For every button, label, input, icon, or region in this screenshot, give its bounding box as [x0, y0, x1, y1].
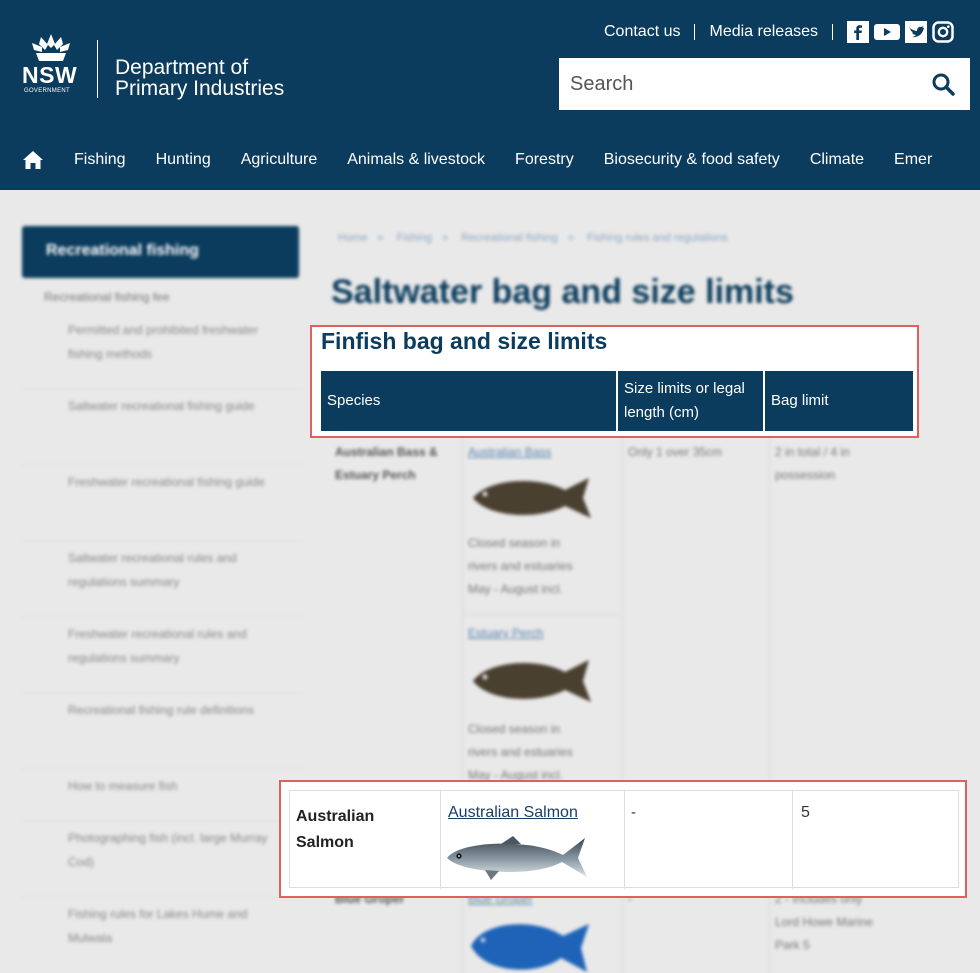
fish-image-australian-salmon	[447, 836, 587, 880]
table-cell-text: Closed season in	[468, 722, 561, 736]
table-cell-size: Only 1 over 35cm	[628, 445, 723, 459]
department-name-line2: Primary Industries	[115, 77, 285, 100]
size-limit-cell: -	[625, 791, 793, 889]
column-header-size-limits: Size limits or legal length (cm)	[618, 371, 764, 431]
table-row: Australian Salmon Australian Salmon - 5	[289, 790, 959, 889]
nav-fishing[interactable]: Fishing	[74, 151, 126, 169]
divider	[831, 24, 833, 40]
search-icon	[932, 73, 955, 96]
species-name-cell: Australian Salmon	[290, 791, 441, 889]
table-header: Species Size limits or legal length (cm) …	[321, 371, 913, 431]
divider	[694, 24, 696, 40]
sidebar-item[interactable]: Permitted and prohibited freshwater fish…	[22, 318, 302, 390]
table-cell-note: Closed season in rivers and estuaries May …	[468, 718, 573, 787]
breadcrumb-separator: »	[442, 232, 449, 244]
column-header-text: Size limits or legal length (cm)	[624, 377, 745, 425]
facebook-icon[interactable]	[846, 21, 869, 43]
media-releases-link[interactable]: Media releases	[709, 23, 818, 41]
breadcrumb-item[interactable]: Fishing rules and regulations	[587, 232, 728, 244]
sidebar-item[interactable]: Recreational fishing fee	[22, 290, 302, 318]
utility-links: Contact us Media releases	[604, 21, 954, 43]
table-cell-text: Lord Howe Marine	[775, 915, 874, 929]
sidebar-item[interactable]: Freshwater recreational fishing guide	[22, 466, 302, 542]
sidebar-item[interactable]: Saltwater recreational rules and regulat…	[22, 542, 302, 618]
sidebar-item[interactable]: Saltwater recreational fishing guide	[22, 390, 302, 466]
table-cell-species: Australian Bass & Estuary Perch	[335, 441, 438, 487]
nav-emergencies[interactable]: Emer	[894, 151, 932, 169]
breadcrumb-separator: »	[377, 232, 384, 244]
column-header-line: length (cm)	[624, 404, 700, 421]
column-header-species: Species	[327, 392, 381, 409]
fish-image-perch	[473, 660, 591, 702]
main-navigation: Fishing Hunting Agriculture Animals & li…	[0, 142, 932, 178]
nav-biosecurity[interactable]: Biosecurity & food safety	[604, 151, 780, 169]
australian-salmon-link[interactable]: Australian Salmon	[448, 804, 578, 821]
nav-animals-livestock[interactable]: Animals & livestock	[347, 151, 485, 169]
section-heading: Finfish bag and size limits	[321, 328, 608, 354]
nav-forestry[interactable]: Forestry	[515, 151, 574, 169]
instagram-icon[interactable]	[932, 21, 954, 43]
table-cell-text: 2 in total / 4 in	[775, 445, 850, 459]
salmon-highlight-box: Australian Salmon Australian Salmon - 5	[279, 780, 967, 898]
breadcrumb-item[interactable]: Home	[338, 232, 367, 244]
contact-us-link[interactable]: Contact us	[604, 23, 680, 41]
species-name-line: Salmon	[296, 834, 354, 851]
species-link[interactable]: Australian Bass	[468, 441, 551, 464]
breadcrumb-separator: »	[567, 232, 574, 244]
social-links	[846, 21, 954, 43]
species-image-cell: Australian Salmon	[441, 791, 625, 889]
table-cell-text: May - August incl.	[468, 582, 563, 596]
sidebar-nav: Recreational fishing fee Permitted and p…	[22, 290, 302, 958]
species-name-line: Australian	[296, 808, 375, 825]
breadcrumb-item[interactable]: Recreational fishing	[461, 232, 558, 244]
nsw-wordmark: NSW	[22, 62, 78, 88]
nsw-government-logo[interactable]: NSW GOVERNMENT	[22, 34, 82, 98]
twitter-icon[interactable]	[904, 21, 927, 43]
species-link[interactable]: Estuary Perch	[468, 622, 543, 645]
sidebar-item[interactable]: Freshwater recreational rules and regula…	[22, 618, 302, 694]
nav-agriculture[interactable]: Agriculture	[241, 151, 317, 169]
logo-divider	[97, 40, 98, 98]
fish-image-bass	[473, 478, 591, 518]
table-cell-bag: 2 - Includes only Lord Howe Marine Park 5	[775, 888, 873, 957]
sidebar-item[interactable]: How to measure fish	[22, 770, 302, 822]
table-cell-text: possession	[775, 468, 836, 482]
bag-limit-cell: 5	[801, 804, 810, 821]
table-cell-text: Park 5	[775, 938, 810, 952]
search-bar	[559, 58, 970, 110]
column-header-line: Size limits or legal	[624, 380, 745, 397]
sidebar-item[interactable]: Photographing fish (incl. large Murray C…	[22, 822, 302, 898]
table-cell-text: rivers and estuaries	[468, 559, 573, 573]
sidebar-item[interactable]: Fishing rules for Lakes Hume and Mulwala	[22, 898, 302, 958]
table-cell-note: Closed season in rivers and estuaries May …	[468, 532, 573, 601]
table-cell-bag: 2 in total / 4 in possession	[775, 441, 850, 487]
table-divider	[462, 614, 622, 615]
department-name[interactable]: Department of Primary Industries	[115, 57, 284, 99]
department-name-line1: Department of	[115, 56, 249, 79]
sidebar-item[interactable]: Recreational fishing rule definitions	[22, 694, 302, 770]
fish-image-blue-groper	[471, 924, 589, 972]
nav-hunting[interactable]: Hunting	[156, 151, 211, 169]
finfish-highlight-box: Finfish bag and size limits Species Size…	[310, 325, 919, 438]
nav-climate[interactable]: Climate	[810, 151, 864, 169]
search-input[interactable]	[559, 58, 916, 110]
home-icon[interactable]	[22, 150, 44, 170]
breadcrumb: Home » Fishing » Recreational fishing » Fis…	[338, 232, 728, 244]
government-label: GOVERNMENT	[24, 88, 71, 94]
waratah-icon	[32, 34, 70, 61]
sidebar-active-item[interactable]: Recreational fishing	[22, 226, 299, 278]
table-cell-text: rivers and estuaries	[468, 745, 573, 759]
page-title: Saltwater bag and size limits	[331, 273, 794, 311]
site-header: NSW GOVERNMENT Department of Primary Ind…	[0, 0, 980, 190]
search-button[interactable]	[916, 58, 970, 110]
breadcrumb-item[interactable]: Fishing	[397, 232, 432, 244]
table-cell-text: Estuary Perch	[335, 468, 416, 482]
table-cell-text: Australian Bass &	[335, 445, 438, 459]
column-header-bag-limit: Bag limit	[771, 392, 829, 409]
youtube-icon[interactable]	[873, 21, 900, 43]
table-cell-text: Closed season in	[468, 536, 561, 550]
